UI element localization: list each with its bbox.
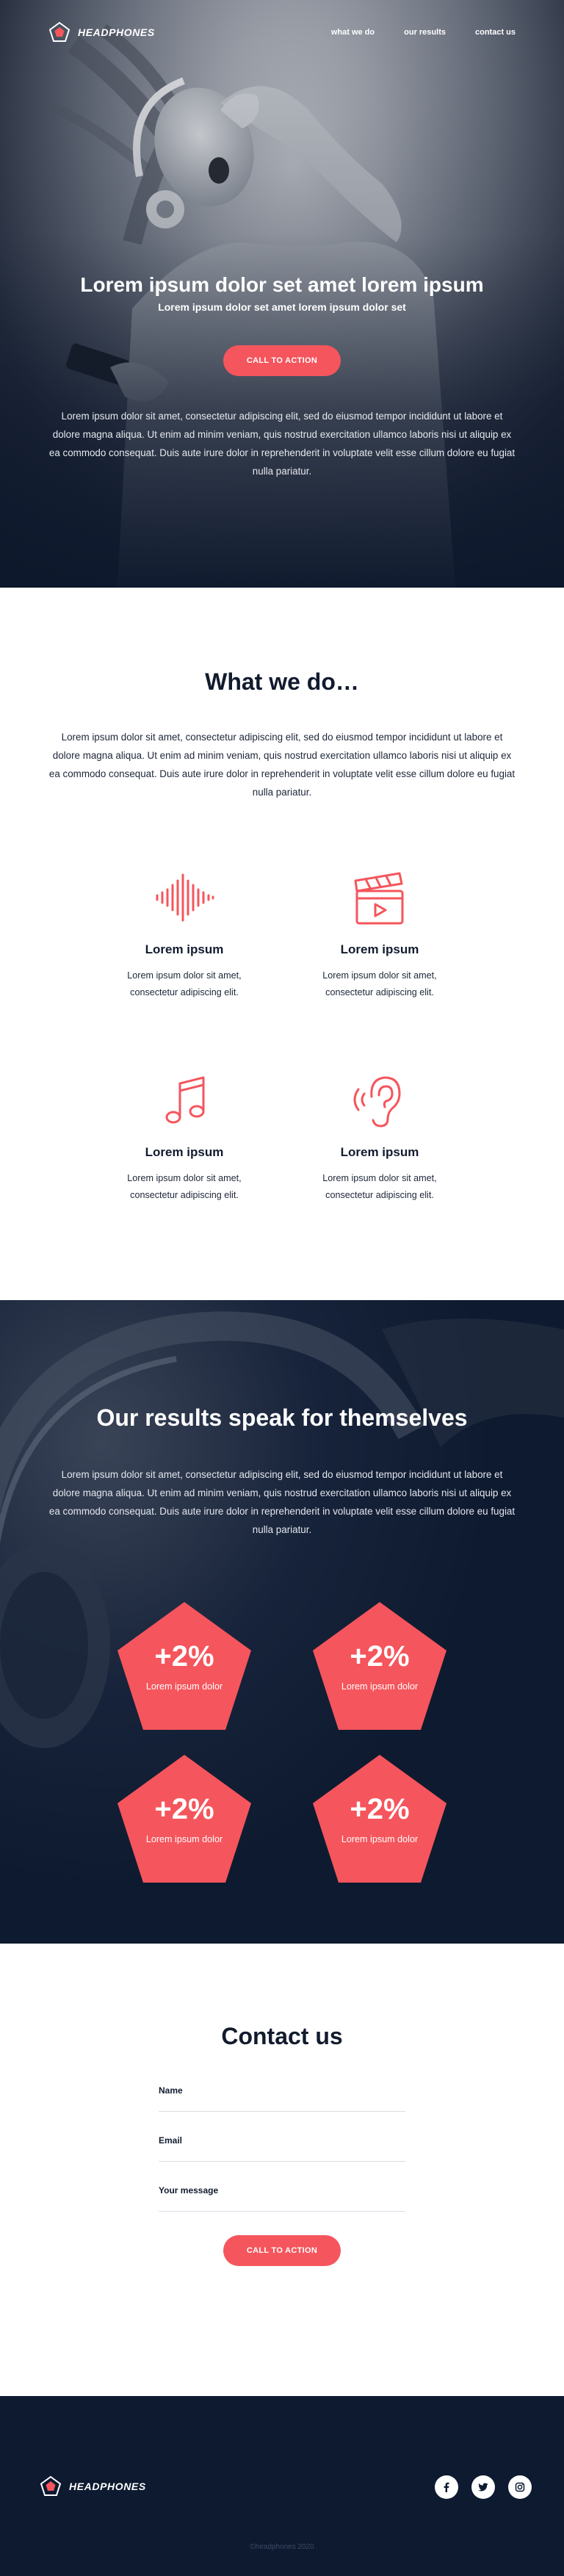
email-input[interactable] — [159, 2146, 405, 2162]
name-field-group: Name — [159, 2085, 405, 2112]
social-links — [435, 2475, 532, 2499]
contact-submit-button[interactable]: CALL TO ACTION — [223, 2235, 341, 2266]
feature-card: Lorem ipsum Lorem ipsum dolor sit amet, … — [87, 865, 282, 1067]
features-grid: Lorem ipsum Lorem ipsum dolor sit amet, … — [87, 865, 477, 1270]
what-we-do-body: Lorem ipsum dolor sit amet, consectetur … — [48, 732, 516, 798]
stat-value: +2% — [154, 1793, 214, 1825]
what-we-do-title: What we do… — [205, 668, 359, 695]
message-field-group: Your message — [159, 2185, 405, 2212]
feature-title: Lorem ipsum — [340, 1145, 419, 1159]
brand-name: Headphones — [69, 2481, 146, 2492]
pentagon-logo-icon — [48, 21, 70, 42]
nav-link-contact-us[interactable]: contact us — [475, 28, 516, 37]
feature-text: Lorem ipsum dolor sit amet, consectetur … — [127, 1173, 242, 1200]
what-we-do-section: What we do… Lorem ipsum dolor sit amet, … — [0, 588, 564, 1300]
stat-pentagon: +2% Lorem ipsum dolor — [313, 1755, 446, 1883]
feature-text: Lorem ipsum dolor sit amet, consectetur … — [322, 1173, 437, 1200]
stat-pentagon: +2% Lorem ipsum dolor — [313, 1602, 446, 1730]
feature-card: Lorem ipsum Lorem ipsum dolor sit amet, … — [87, 1067, 282, 1270]
twitter-icon[interactable] — [471, 2475, 495, 2499]
stat-pentagon: +2% Lorem ipsum dolor — [118, 1602, 251, 1730]
results-content: Our results speak for themselves Lorem i… — [0, 1300, 564, 1883]
stat-value: +2% — [154, 1640, 214, 1673]
results-body: Lorem ipsum dolor sit amet, consectetur … — [48, 1469, 516, 1535]
feature-card: Lorem ipsum Lorem ipsum dolor sit amet, … — [282, 865, 477, 1067]
hero-body-text: Lorem ipsum dolor sit amet, consectetur … — [48, 411, 516, 477]
pentagon-logo-icon — [40, 2475, 62, 2496]
stat-pentagon: +2% Lorem ipsum dolor — [118, 1755, 251, 1883]
stat-label: Lorem ipsum dolor — [145, 1834, 223, 1844]
ear-icon — [353, 1076, 401, 1128]
stats-grid: +2% Lorem ipsum dolor +2% Lorem ipsum do… — [87, 1602, 477, 1883]
nav-link-our-results[interactable]: our results — [404, 28, 446, 37]
nav-links: what we do our results contact us — [331, 28, 516, 37]
email-label: Email — [159, 2135, 183, 2146]
name-label: Name — [159, 2085, 183, 2096]
contact-section: Contact us Name Email Your message CALL … — [0, 1944, 564, 2396]
hero-cta-button[interactable]: CALL TO ACTION — [223, 345, 341, 376]
form-cta-wrap: CALL TO ACTION — [159, 2235, 405, 2266]
stat-label: Lorem ipsum dolor — [341, 1681, 419, 1692]
copyright-text: ©headphones 2020 — [250, 2543, 314, 2551]
brand-name: Headphones — [78, 26, 155, 38]
feature-title: Lorem ipsum — [340, 942, 419, 956]
feature-title: Lorem ipsum — [145, 942, 224, 956]
clapperboard-icon — [354, 872, 404, 925]
sound-wave-icon — [156, 873, 214, 922]
footer: Headphones ©headphones 2020 — [0, 2396, 564, 2576]
stat-value: +2% — [350, 1793, 410, 1825]
contact-form: Name Email Your message CALL TO ACTION — [159, 2085, 405, 2266]
top-navbar: Headphones what we do our results contac… — [48, 18, 516, 47]
brand-logo[interactable]: Headphones — [48, 21, 155, 43]
stat-value: +2% — [350, 1640, 410, 1673]
feature-text: Lorem ipsum dolor sit amet, consectetur … — [127, 970, 242, 997]
instagram-icon[interactable] — [508, 2475, 532, 2499]
feature-card: Lorem ipsum Lorem ipsum dolor sit amet, … — [282, 1067, 477, 1270]
results-section: Our results speak for themselves Lorem i… — [0, 1300, 564, 1944]
message-label: Your message — [159, 2185, 219, 2196]
email-field-group: Email — [159, 2135, 405, 2162]
feature-text: Lorem ipsum dolor sit amet, consectetur … — [322, 970, 437, 997]
footer-brand-logo[interactable]: Headphones — [40, 2475, 146, 2497]
hero-content: Lorem ipsum dolor set amet lorem ipsum L… — [0, 273, 564, 480]
hero-title: Lorem ipsum dolor set amet lorem ipsum — [80, 273, 484, 296]
stat-label: Lorem ipsum dolor — [341, 1834, 419, 1844]
name-input[interactable] — [159, 2096, 405, 2112]
stat-label: Lorem ipsum dolor — [145, 1681, 223, 1692]
message-input[interactable] — [159, 2196, 405, 2212]
nav-link-what-we-do[interactable]: what we do — [331, 28, 375, 37]
hero-section: Headphones what we do our results contac… — [0, 0, 564, 588]
results-title: Our results speak for themselves — [96, 1404, 468, 1431]
music-note-icon — [165, 1076, 205, 1124]
hero-subtitle: Lorem ipsum dolor set amet lorem ipsum d… — [158, 301, 406, 313]
feature-title: Lorem ipsum — [145, 1145, 224, 1159]
facebook-icon[interactable] — [435, 2475, 458, 2499]
contact-title: Contact us — [221, 2023, 343, 2049]
